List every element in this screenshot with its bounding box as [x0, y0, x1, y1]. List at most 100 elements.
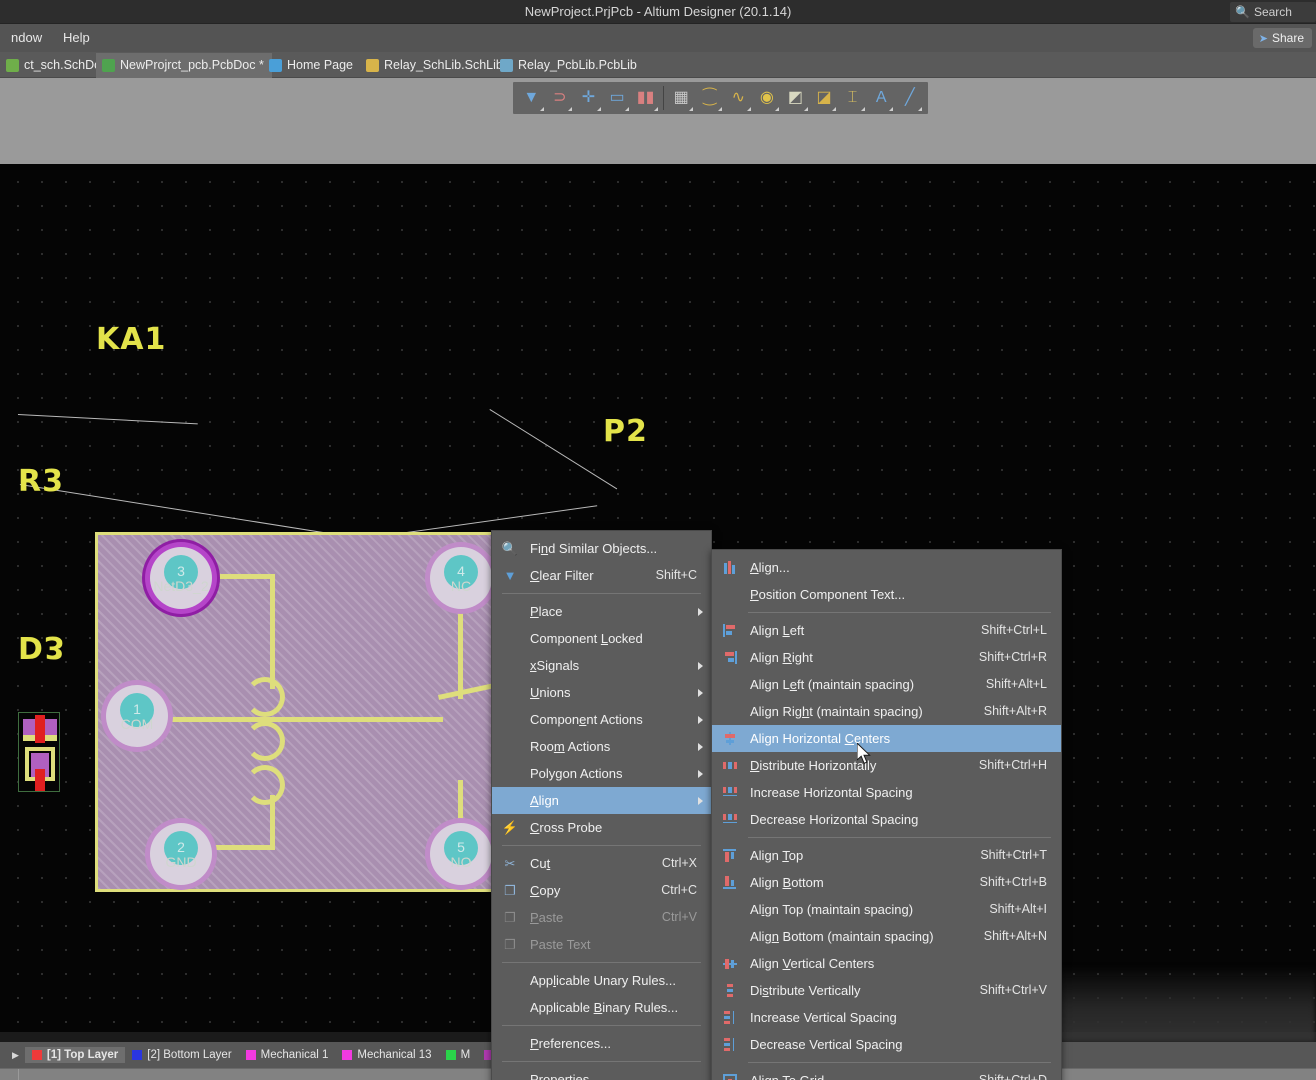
- context-menu[interactable]: 🔍 Find Similar Objects... ▼ Clear Filter Shi…: [491, 530, 712, 1080]
- menu-item-icon-slot: [720, 873, 740, 892]
- menu-item-align-right[interactable]: Align Right Shift+Ctrl+R: [712, 644, 1061, 671]
- toolbar-dropdown-corner-icon[interactable]: [689, 107, 694, 111]
- menu-item-paste: ❐ Paste Ctrl+V: [492, 904, 711, 931]
- menu-item-component-locked[interactable]: Component Locked: [492, 625, 711, 652]
- layer-chip[interactable]: [1] Top Layer: [24, 1047, 126, 1063]
- pcb-pad[interactable]: 3 NetD3_2: [150, 547, 212, 609]
- selection-rect-icon[interactable]: ▭: [603, 84, 632, 112]
- pcb-pad[interactable]: 5 NO: [430, 823, 492, 885]
- align-vertical-centers-icon: [723, 957, 737, 970]
- toolbar-dropdown-corner-icon[interactable]: [625, 107, 630, 111]
- share-button[interactable]: ➤ Share: [1252, 28, 1312, 48]
- menu-item-align[interactable]: Align: [492, 787, 711, 814]
- menu-item-label: Align Left: [750, 623, 805, 638]
- toolbar-dropdown-corner-icon[interactable]: [889, 107, 894, 111]
- menu-item-increase-horizontal-spacing[interactable]: Increase Horizontal Spacing: [712, 779, 1061, 806]
- menu-item-applicable-unary-rules[interactable]: Applicable Unary Rules...: [492, 967, 711, 994]
- menu-item-preferences[interactable]: Preferences...: [492, 1030, 711, 1057]
- toolbar-dropdown-corner-icon[interactable]: [568, 107, 573, 111]
- menu-item-properties[interactable]: Properties...: [492, 1066, 711, 1080]
- component-designator[interactable]: D3: [18, 629, 66, 664]
- place-line-icon[interactable]: ╱: [895, 84, 924, 112]
- component-r3-d3-footprint[interactable]: [18, 712, 60, 792]
- route-track-icon[interactable]: ⁐: [695, 84, 724, 112]
- menu-item-help[interactable]: Help: [56, 24, 97, 52]
- menu-item-cut[interactable]: ✂ Cut Ctrl+X: [492, 850, 711, 877]
- menu-item-align-top[interactable]: Align Top Shift+Ctrl+T: [712, 842, 1061, 869]
- menu-item-window[interactable]: ndow: [4, 24, 49, 52]
- menu-item-icon-slot: [720, 756, 740, 775]
- align-icon[interactable]: ▮▮: [631, 84, 660, 112]
- place-string-icon[interactable]: A: [867, 84, 896, 112]
- place-dimension-icon[interactable]: ⌶: [838, 84, 867, 112]
- place-pad-icon[interactable]: ◉: [753, 84, 782, 112]
- component-ka1-body[interactable]: 3 NetD3_2 4 NC 1 COM 2 GND 5 NO: [95, 532, 567, 892]
- pcb-pad[interactable]: 2 GND: [150, 823, 212, 885]
- polygon-pour-icon[interactable]: ◪: [810, 84, 839, 112]
- menu-item-label: Align Bottom (maintain spacing): [750, 929, 934, 944]
- menu-item-unions[interactable]: Unions: [492, 679, 711, 706]
- layer-chip[interactable]: Mechanical 13: [335, 1047, 438, 1063]
- document-tab[interactable]: Relay_PcbLib.PcbLib: [494, 53, 645, 78]
- toolbar-dropdown-corner-icon[interactable]: [653, 107, 658, 111]
- component-designator[interactable]: P2: [603, 414, 648, 449]
- menu-item-align-to-grid[interactable]: Align To Grid Shift+Ctrl+D: [712, 1067, 1061, 1080]
- magnet-icon[interactable]: ⊃: [546, 84, 575, 112]
- align-submenu[interactable]: Align... Position Component Text... Align …: [711, 549, 1062, 1080]
- menu-item-polygon-actions[interactable]: Polygon Actions: [492, 760, 711, 787]
- search-input[interactable]: 🔍 Search: [1230, 2, 1316, 22]
- component-designator[interactable]: KA1: [96, 322, 166, 357]
- layer-chip[interactable]: [2] Bottom Layer: [125, 1047, 238, 1063]
- interactive-length-tuning-icon[interactable]: ∿: [724, 84, 753, 112]
- menu-item-decrease-vertical-spacing[interactable]: Decrease Vertical Spacing: [712, 1031, 1061, 1058]
- menu-item-position-component-text[interactable]: Position Component Text...: [712, 581, 1061, 608]
- menu-item-align-right-maintain-spacing[interactable]: Align Right (maintain spacing) Shift+Alt+…: [712, 698, 1061, 725]
- menu-item-align-horizontal-centers[interactable]: Align Horizontal Centers: [712, 725, 1061, 752]
- menu-item-cross-probe[interactable]: ⚡ Cross Probe: [492, 814, 711, 841]
- toolbar-dropdown-corner-icon[interactable]: [803, 107, 808, 111]
- document-tab[interactable]: NewProjrct_pcb.PcbDoc *: [96, 53, 272, 78]
- toolbar-dropdown-corner-icon[interactable]: [596, 107, 601, 111]
- menu-item-copy[interactable]: ❐ Copy Ctrl+C: [492, 877, 711, 904]
- menu-item-find-similar-objects[interactable]: 🔍 Find Similar Objects...: [492, 535, 711, 562]
- layer-chip[interactable]: M: [439, 1047, 478, 1063]
- filter-icon[interactable]: ▼: [517, 84, 546, 112]
- menu-item-xsignals[interactable]: xSignals: [492, 652, 711, 679]
- toolbar-dropdown-corner-icon[interactable]: [860, 107, 865, 111]
- menu-item-align-left-maintain-spacing[interactable]: Align Left (maintain spacing) Shift+Alt+L: [712, 671, 1061, 698]
- component-designator[interactable]: R3: [18, 464, 64, 499]
- pcb-pad[interactable]: 1 COM: [106, 685, 168, 747]
- track-segment: [206, 845, 274, 850]
- pad-number: 3: [177, 562, 185, 579]
- toolbar-dropdown-corner-icon[interactable]: [539, 107, 544, 111]
- crosshair-icon[interactable]: ✛: [574, 84, 603, 112]
- menu-item-align-top-maintain-spacing[interactable]: Align Top (maintain spacing) Shift+Alt+I: [712, 896, 1061, 923]
- toolbar-dropdown-corner-icon[interactable]: [746, 107, 751, 111]
- menu-item-clear-filter[interactable]: ▼ Clear Filter Shift+C: [492, 562, 711, 589]
- layer-scroll-left-icon[interactable]: ▶: [0, 1050, 25, 1061]
- menu-item-align-bottom-maintain-spacing[interactable]: Align Bottom (maintain spacing) Shift+Alt…: [712, 923, 1061, 950]
- toolbar-dropdown-corner-icon[interactable]: [918, 107, 923, 111]
- toolbar-dropdown-corner-icon[interactable]: [718, 107, 722, 111]
- menu-item-decrease-horizontal-spacing[interactable]: Decrease Horizontal Spacing: [712, 806, 1061, 833]
- menu-item-room-actions[interactable]: Room Actions: [492, 733, 711, 760]
- menu-item-align-bottom[interactable]: Align Bottom Shift+Ctrl+B: [712, 869, 1061, 896]
- pcb-pad[interactable]: 4 NC: [430, 547, 492, 609]
- menu-item-increase-vertical-spacing[interactable]: Increase Vertical Spacing: [712, 1004, 1061, 1031]
- toolbar-dropdown-corner-icon[interactable]: [775, 107, 780, 111]
- menu-item-align[interactable]: Align...: [712, 554, 1061, 581]
- menu-item-applicable-binary-rules[interactable]: Applicable Binary Rules...: [492, 994, 711, 1021]
- document-tab[interactable]: Relay_SchLib.SchLib: [360, 53, 511, 78]
- place-fill-icon[interactable]: ◩: [781, 84, 810, 112]
- menu-item-distribute-horizontally[interactable]: Distribute Horizontally Shift+Ctrl+H: [712, 752, 1061, 779]
- coil-arc: [245, 721, 285, 761]
- place-component-icon[interactable]: ▦: [667, 84, 696, 112]
- menu-item-component-actions[interactable]: Component Actions: [492, 706, 711, 733]
- document-tab[interactable]: Home Page: [263, 53, 361, 78]
- layer-chip[interactable]: Mechanical 1: [239, 1047, 336, 1063]
- menu-item-distribute-vertically[interactable]: Distribute Vertically Shift+Ctrl+V: [712, 977, 1061, 1004]
- menu-item-align-vertical-centers[interactable]: Align Vertical Centers: [712, 950, 1061, 977]
- menu-item-align-left[interactable]: Align Left Shift+Ctrl+L: [712, 617, 1061, 644]
- toolbar-dropdown-corner-icon[interactable]: [832, 107, 837, 111]
- menu-item-place[interactable]: Place: [492, 598, 711, 625]
